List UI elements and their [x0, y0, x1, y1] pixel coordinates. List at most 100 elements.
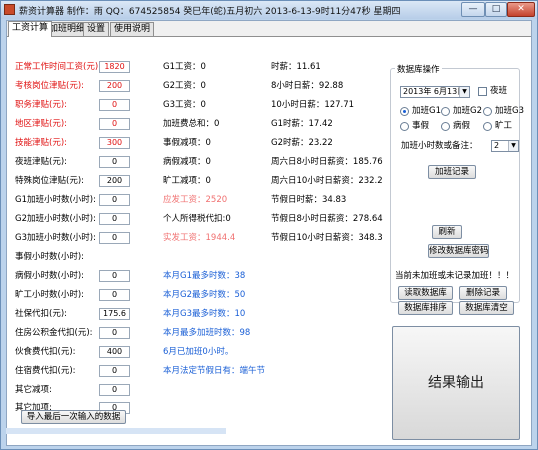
value-field[interactable]: 175.6 [99, 308, 130, 320]
record-type-radio[interactable] [483, 107, 492, 116]
hours-label: 加班小时数或备注： [401, 141, 478, 151]
overtime-notice: 当前未加班或未记录加班！！！ [395, 271, 515, 281]
value-field[interactable]: 0 [99, 213, 130, 225]
tab-settings[interactable]: 设置 [83, 22, 110, 36]
value-field[interactable]: 0 [99, 270, 130, 282]
field-label: 社保代扣(元): [15, 309, 67, 319]
field-label: 住宿费代扣(元): [15, 366, 76, 376]
record-type-radio[interactable] [441, 122, 450, 131]
date-value: 2013年 6月13日 [403, 87, 466, 96]
monthly-stat: 本月法定节假日有：端午节 [163, 366, 266, 376]
result-text: G3工资：0 [163, 100, 206, 110]
result-text: G1工资：0 [163, 62, 206, 72]
date-picker[interactable]: 2013年 6月13日 ▼ [400, 86, 470, 98]
field-label: 特殊岗位津贴(元): [15, 176, 84, 186]
calendar-dropdown-icon[interactable]: ▼ [459, 87, 469, 97]
field-label: 考核岗位津贴(元): [15, 81, 84, 91]
field-label: 职务津贴(元): [15, 100, 67, 110]
result-text: 实发工资：1944.4 [163, 233, 236, 243]
value-field[interactable]: 200 [99, 175, 130, 187]
field-label: 伙食费代扣(元): [15, 347, 76, 357]
field-label: 夜班津贴(元): [15, 157, 67, 167]
app-icon [4, 4, 15, 15]
field-label: 正常工作时间工资(元): [15, 62, 101, 72]
value-field[interactable]: 200 [99, 80, 130, 92]
rate-text: 周六日8小时日薪资：185.76 [271, 157, 383, 167]
app-window: 薪资计算器 制作：雨 QQ：674525854 癸巳年(蛇)五月初六 2013-… [0, 0, 538, 450]
record-type-label: 加班G1 [412, 106, 441, 116]
field-label: G3加班小时数(小时): [15, 233, 96, 243]
value-field[interactable]: 0 [99, 156, 130, 168]
tab-salary-calc[interactable]: 工资计算 [8, 21, 53, 37]
window-title: 薪资计算器 制作：雨 QQ：674525854 癸巳年(蛇)五月初六 2013-… [19, 7, 401, 17]
maximize-button[interactable]: □ [485, 2, 507, 17]
tab-strip: 工资计算 加班明细 设置 使用说明 [7, 21, 531, 37]
record-type-label: 事假 [412, 121, 430, 131]
rate-text: 周六日10小时日薪资：232.2 [271, 176, 383, 186]
value-field[interactable]: 0 [99, 365, 130, 377]
monthly-stat: 本月最多加班时数：98 [163, 328, 251, 338]
minimize-button[interactable]: — [461, 2, 485, 17]
delete-record-button[interactable]: 删除记录 [459, 286, 507, 300]
client-area: 工资计算 加班明细 设置 使用说明 正常工作时间工资(元): 1820 考核岗位津贴… [6, 20, 532, 446]
field-label: G1加班小时数(小时): [15, 195, 96, 205]
result-text: 加班费总和：0 [163, 119, 220, 129]
value-field[interactable]: 400 [99, 346, 130, 358]
horizontal-scrollbar[interactable] [6, 428, 226, 434]
field-label: 其它减项: [15, 385, 52, 395]
title-bar[interactable]: 薪资计算器 制作：雨 QQ：674525854 癸巳年(蛇)五月初六 2013-… [1, 1, 537, 19]
monthly-stat: 本月G1最多时数：38 [163, 271, 246, 281]
result-text: 事假减项：0 [163, 138, 211, 148]
field-label: 地区津贴(元): [15, 119, 67, 129]
field-label: 旷工小时数(小时): [15, 290, 84, 300]
record-type-radio[interactable] [441, 107, 450, 116]
record-type-label: 旷工 [495, 121, 513, 131]
value-field[interactable]: 0 [99, 232, 130, 244]
add-overtime-button[interactable]: 加班记录 [428, 165, 476, 179]
value-field[interactable]: 1820 [99, 61, 130, 73]
field-label: 住房公积金代扣(元): [15, 328, 93, 338]
clear-db-button[interactable]: 数据库清空 [459, 301, 514, 315]
result-text: 病假减项：0 [163, 157, 211, 167]
field-label: G2加班小时数(小时): [15, 214, 96, 224]
result-text: G2工资：0 [163, 81, 206, 91]
night-shift-checkbox[interactable] [478, 87, 487, 96]
field-label: 病假小时数(小时): [15, 271, 84, 281]
field-label: 技能津贴(元): [15, 138, 67, 148]
chevron-down-icon[interactable]: ▼ [508, 141, 518, 151]
result-text: 个人所得税代扣:0 [163, 214, 231, 224]
rate-text: 8小时日薪：92.88 [271, 81, 344, 91]
rate-text: G2时薪：23.22 [271, 138, 333, 148]
value-field[interactable]: 0 [99, 289, 130, 301]
value-field[interactable]: 0 [99, 384, 130, 396]
sort-db-button[interactable]: 数据库排序 [398, 301, 453, 315]
record-type-label: 病假 [453, 121, 471, 131]
tab-help[interactable]: 使用说明 [110, 22, 155, 36]
close-button[interactable]: ✕ [507, 2, 535, 17]
db-operations-group: 数据库操作 2013年 6月13日 ▼ 夜班 加班G1 加班G2 加班G3 事假 病假 旷… [390, 63, 524, 303]
rate-text: 节假日时薪：34.83 [271, 195, 347, 205]
value-field[interactable]: 300 [99, 137, 130, 149]
monthly-stat: 本月G2最多时数：50 [163, 290, 246, 300]
read-db-button[interactable]: 读取数据库 [398, 286, 453, 300]
value-field[interactable]: 0 [99, 327, 130, 339]
record-type-label: 加班G3 [495, 106, 524, 116]
value-field[interactable]: 0 [99, 194, 130, 206]
record-type-radio[interactable] [400, 107, 409, 116]
change-db-password-button[interactable]: 修改数据库密码 [428, 244, 489, 258]
result-text: 应发工资：2520 [163, 195, 228, 205]
record-type-radio[interactable] [400, 122, 409, 131]
value-field[interactable]: 0 [99, 118, 130, 130]
monthly-stat: 6月已加班0小时。 [163, 347, 234, 357]
field-label: 事假小时数(小时): [15, 252, 84, 262]
record-type-radio[interactable] [483, 122, 492, 131]
record-type-label: 加班G2 [453, 106, 482, 116]
rate-text: 节假日10小时日薪资：348.3 [271, 233, 383, 243]
refresh-button[interactable]: 刷新 [432, 225, 462, 239]
output-result-button[interactable]: 结果输出 [392, 326, 520, 440]
hours-select[interactable]: 2 ▼ [491, 140, 519, 152]
hours-value: 2 [494, 141, 500, 150]
monthly-stat: 本月G3最多时数：10 [163, 309, 246, 319]
import-last-data-button[interactable]: 导入最后一次输入的数据 [21, 410, 126, 424]
value-field[interactable]: 0 [99, 99, 130, 111]
